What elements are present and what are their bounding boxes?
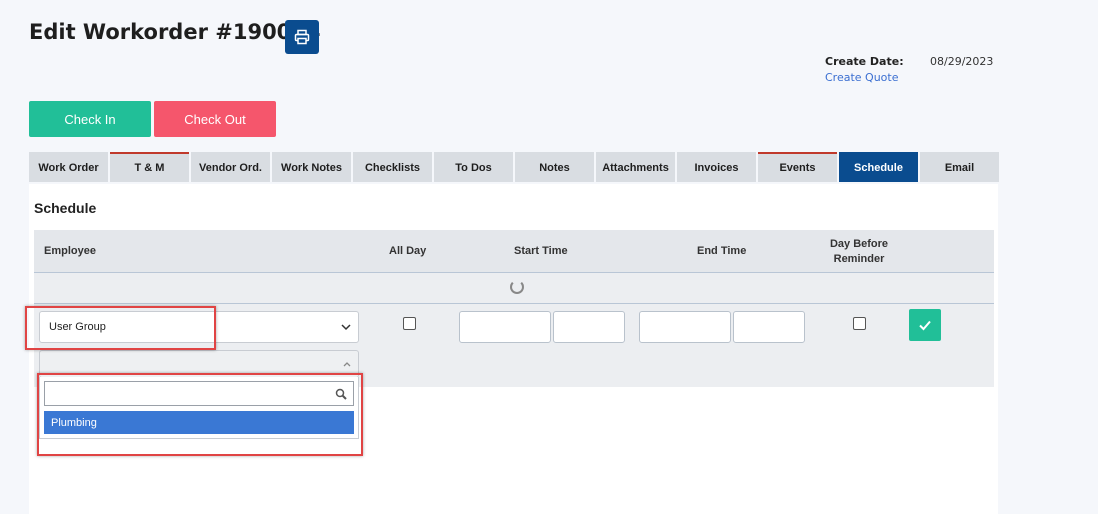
tab-to-dos[interactable]: To Dos [434, 152, 513, 182]
column-reminder-line-2: Reminder [833, 252, 885, 265]
column-employee: Employee [44, 245, 96, 257]
check-in-button[interactable]: Check In [29, 101, 151, 137]
print-button[interactable] [285, 20, 319, 54]
page-title: Edit Workorder #190064 [29, 20, 321, 44]
dropdown-option[interactable]: Plumbing [44, 411, 354, 434]
check-out-button[interactable]: Check Out [154, 101, 276, 137]
print-icon [294, 29, 310, 45]
tab-checklists[interactable]: Checklists [353, 152, 432, 182]
create-date-label: Create Date: [825, 55, 904, 68]
create-date-value: 08/29/2023 [930, 55, 994, 68]
all-day-checkbox[interactable] [403, 317, 416, 330]
chevron-down-icon [341, 324, 351, 331]
end-time-input[interactable] [733, 311, 805, 343]
column-end-time: End Time [697, 245, 747, 257]
tab-notes[interactable]: Notes [515, 152, 594, 182]
spinner-icon [510, 280, 524, 294]
column-reminder-line-1: Day Before [829, 237, 889, 250]
day-before-reminder-checkbox[interactable] [853, 317, 866, 330]
tab-work-order[interactable]: Work Order [29, 152, 108, 182]
column-day-before-reminder: Day Before Reminder [814, 230, 904, 272]
tab-email[interactable]: Email [920, 152, 999, 182]
column-all-day: All Day [389, 245, 427, 257]
end-date-input[interactable] [639, 311, 731, 343]
check-icon [919, 320, 931, 331]
employee-type-select[interactable]: User Group [39, 311, 359, 343]
search-icon [335, 388, 347, 400]
schedule-table-header: Employee All Day Start Time End Time Day… [34, 230, 994, 272]
tab-bar: Work Order T & M Vendor Ord. Work Notes … [29, 152, 1001, 182]
save-button[interactable] [909, 309, 941, 341]
employee-type-select-value: User Group [49, 321, 106, 333]
start-time-input[interactable] [553, 311, 625, 343]
column-start-time: Start Time [514, 245, 568, 257]
start-date-input[interactable] [459, 311, 551, 343]
dropdown-search-input[interactable] [44, 381, 354, 406]
create-quote-link[interactable]: Create Quote [825, 71, 899, 84]
tab-schedule[interactable]: Schedule [839, 152, 918, 182]
tab-vendor-orders[interactable]: Vendor Ord. [191, 152, 270, 182]
tab-attachments[interactable]: Attachments [596, 152, 675, 182]
tab-t-and-m[interactable]: T & M [110, 152, 189, 182]
chevron-up-icon [343, 362, 351, 367]
tab-work-notes[interactable]: Work Notes [272, 152, 351, 182]
tab-events[interactable]: Events [758, 152, 837, 182]
tab-invoices[interactable]: Invoices [677, 152, 756, 182]
employee-select[interactable] [39, 350, 359, 378]
schedule-title: Schedule [34, 200, 97, 216]
